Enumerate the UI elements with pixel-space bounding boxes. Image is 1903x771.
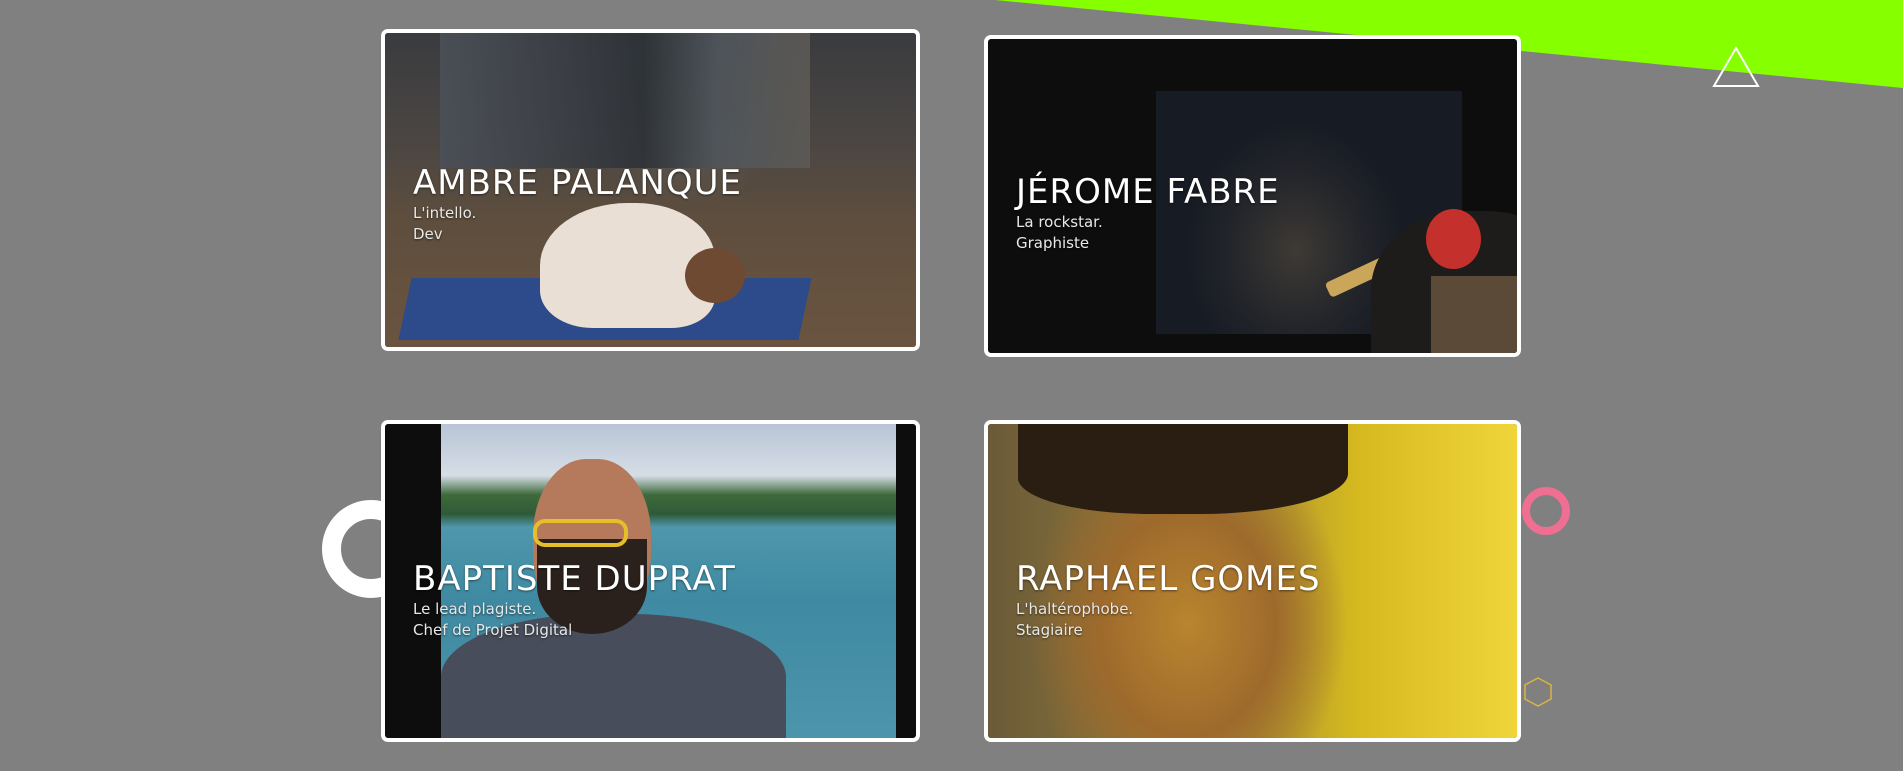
team-card[interactable]: RAPHAEL GOMES L'haltérophobe. Stagiaire [984, 420, 1521, 742]
green-diagonal-band [995, 0, 1903, 88]
member-role: Chef de Projet Digital [413, 621, 573, 639]
member-name: AMBRE PALANQUE [413, 163, 742, 203]
member-name: RAPHAEL GOMES [1016, 559, 1321, 599]
team-card[interactable]: BAPTISTE DUPRAT Le lead plagiste. Chef d… [381, 420, 920, 742]
member-tagline: Le lead plagiste. [413, 600, 537, 618]
member-role: Graphiste [1016, 234, 1090, 252]
member-role: Dev [413, 225, 443, 243]
member-name: BAPTISTE DUPRAT [413, 559, 736, 599]
member-caption: JÉROME FABRE La rockstar. Graphiste [1016, 172, 1280, 254]
member-name: JÉROME FABRE [1016, 172, 1280, 212]
team-card[interactable]: JÉROME FABRE La rockstar. Graphiste [984, 35, 1521, 357]
member-tagline: La rockstar. [1016, 213, 1103, 231]
member-caption: RAPHAEL GOMES L'haltérophobe. Stagiaire [1016, 559, 1321, 641]
member-tagline: L'intello. [413, 204, 477, 222]
triangle-outline-icon [1712, 46, 1760, 87]
member-caption: AMBRE PALANQUE L'intello. Dev [413, 163, 742, 245]
pink-ring-icon [1522, 487, 1570, 535]
team-card[interactable]: AMBRE PALANQUE L'intello. Dev [381, 29, 920, 351]
hexagon-outline-icon [1524, 677, 1552, 707]
member-role: Stagiaire [1016, 621, 1083, 639]
member-tagline: L'haltérophobe. [1016, 600, 1134, 618]
member-caption: BAPTISTE DUPRAT Le lead plagiste. Chef d… [413, 559, 736, 641]
